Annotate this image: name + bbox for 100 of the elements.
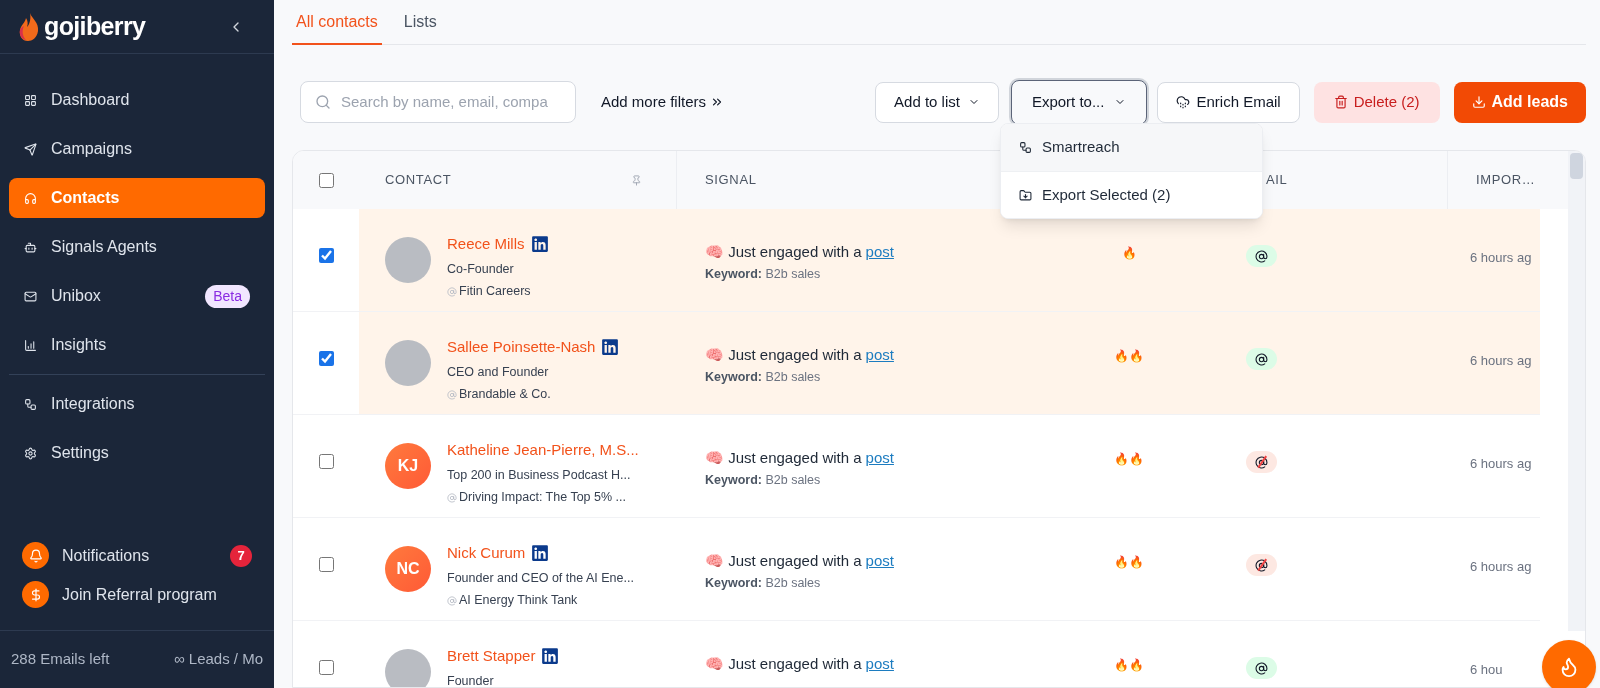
search-field[interactable]: Search by name, email, compa (300, 81, 576, 123)
contact-row[interactable]: Reece Mills Co-Founder Fitin Careers 🧠 Just engaged with a post Keyword: B2b sales 🔥 6 hours ag (293, 209, 1540, 312)
imported-time: 6 hours ag (1470, 353, 1532, 368)
emails-left: 288 Emails left (11, 649, 110, 670)
heat-rating: 🔥🔥 (1114, 554, 1144, 571)
imported-time: 6 hours ag (1470, 559, 1532, 574)
column-header[interactable]: SIGNAL (705, 172, 757, 188)
heat-rating: 🔥🔥 (1114, 657, 1144, 674)
nav-item[interactable]: Signals Agents (9, 227, 265, 267)
row-checkbox[interactable] (319, 660, 334, 675)
company-name: Brandable & Co. (459, 386, 551, 404)
beta-badge: Beta (205, 284, 250, 308)
keyword-text: Keyword: B2b sales (705, 265, 822, 283)
row-checkbox[interactable] (319, 454, 334, 469)
add-leads-button[interactable]: Add leads (1453, 81, 1586, 123)
row-checkbox[interactable] (319, 557, 334, 572)
flame-logo-icon (18, 11, 40, 42)
search-input[interactable]: Search by name, email, compa (341, 90, 561, 114)
headset-icon (24, 191, 37, 205)
keyword-text: Keyword: B2b sales (705, 574, 822, 592)
menu-item[interactable]: Export Selected (2) (1001, 171, 1262, 218)
nav-item[interactable]: Campaigns (9, 129, 265, 169)
add-to-list-button[interactable]: Add to list (875, 81, 999, 123)
signal-text: 🧠 Just engaged with a (705, 345, 862, 365)
folder-download-icon (1019, 188, 1032, 202)
send-icon (24, 142, 37, 156)
company-name: Fitin Careers (459, 283, 531, 301)
referral-item[interactable]: Join Referral program (22, 581, 252, 608)
bell-icon (22, 542, 49, 569)
contact-title: CEO and Founder (447, 363, 550, 381)
post-link[interactable]: post (865, 550, 894, 573)
heat-rating: 🔥 (1121, 245, 1137, 262)
signal-text: 🧠 Just engaged with a (705, 448, 862, 468)
notifications-item[interactable]: Notifications 7 (22, 542, 252, 569)
at-icon (447, 492, 457, 503)
row-checkbox[interactable] (319, 248, 334, 263)
contact-name[interactable]: Nick Curum (447, 542, 526, 565)
tab[interactable]: Lists (399, 0, 441, 45)
linkedin-icon[interactable] (530, 235, 549, 254)
column-header[interactable]: AIL (1266, 170, 1288, 190)
network-icon (24, 397, 37, 411)
nav-item[interactable]: Insights (9, 325, 265, 365)
add-filters-button[interactable]: Add more filters (601, 90, 725, 114)
contact-name[interactable]: Brett Stapper (447, 645, 536, 668)
trash-icon (1333, 95, 1348, 109)
initials-avatar: KJ (385, 443, 431, 489)
avatar (385, 237, 431, 283)
leads-per-month: ∞ Leads / Mo (173, 649, 263, 670)
cloud-icon (1176, 95, 1191, 109)
at-icon (447, 389, 457, 400)
brand-name: gojiberry (44, 10, 146, 42)
contact-title: Top 200 in Business Podcast H... (447, 466, 632, 484)
avatar (385, 340, 431, 386)
post-link[interactable]: post (865, 653, 894, 676)
signal-text: 🧠 Just engaged with a (705, 242, 862, 262)
nav-item[interactable]: Dashboard (9, 80, 265, 120)
robot-icon (24, 240, 37, 254)
menu-item[interactable]: Smartreach (1001, 124, 1262, 171)
column-header[interactable]: CONTACT (385, 170, 452, 190)
heat-rating: 🔥🔥 (1114, 348, 1144, 365)
row-checkbox[interactable] (319, 351, 334, 366)
at-icon (447, 286, 457, 297)
contact-title: Founder and CEO of the AI Ene... (447, 569, 634, 587)
dollar-icon (22, 581, 49, 608)
avatar (385, 649, 431, 687)
search-icon (315, 94, 331, 110)
signal-text: 🧠 Just engaged with a (705, 654, 862, 674)
keyword-text: Keyword: B2b sales (705, 368, 822, 386)
nav-item[interactable]: Unibox Beta (9, 276, 265, 316)
at-icon (447, 595, 457, 606)
imported-time: 6 hours ag (1470, 250, 1532, 265)
imported-time: 6 hou (1470, 662, 1503, 677)
linkedin-icon[interactable] (541, 647, 560, 666)
delete-button[interactable]: Delete (2) (1313, 81, 1440, 123)
nav-item[interactable]: Integrations (9, 384, 265, 424)
mail-icon (24, 289, 37, 303)
download-icon (1471, 95, 1486, 109)
column-header[interactable]: IMPOR… (1476, 172, 1536, 188)
post-link[interactable]: post (865, 447, 894, 470)
scrollbar[interactable] (1568, 151, 1585, 631)
enrich-email-button[interactable]: Enrich Email (1157, 81, 1300, 123)
contact-name[interactable]: Katheline Jean-Pierre, M.S... (447, 439, 639, 462)
contact-title: Founder (447, 672, 495, 687)
initials-avatar: NC (385, 546, 431, 592)
company-name: AI Energy Think Tank (459, 592, 578, 610)
contact-row[interactable]: Sallee Poinsette-Nash CEO and Founder Brandable & Co. 🧠 Just engaged with a post Keyword: B2b sales 🔥🔥 6 hours ag (293, 312, 1540, 415)
nav-item[interactable]: Settings (9, 433, 265, 473)
dashboard-icon (24, 93, 37, 107)
company-name: Driving Impact: The Top 5% ... (459, 489, 626, 507)
post-link[interactable]: post (865, 241, 894, 264)
notification-count: 7 (230, 544, 252, 567)
network-icon (1019, 141, 1032, 154)
select-all-checkbox[interactable] (319, 172, 334, 188)
imported-time: 6 hours ag (1470, 456, 1532, 471)
settings-icon (24, 446, 37, 460)
signal-text: 🧠 Just engaged with a (705, 551, 862, 571)
linkedin-icon[interactable] (601, 338, 620, 357)
linkedin-icon[interactable] (531, 544, 550, 563)
export-button[interactable]: Export to... (1010, 79, 1148, 125)
post-link[interactable]: post (865, 344, 894, 367)
